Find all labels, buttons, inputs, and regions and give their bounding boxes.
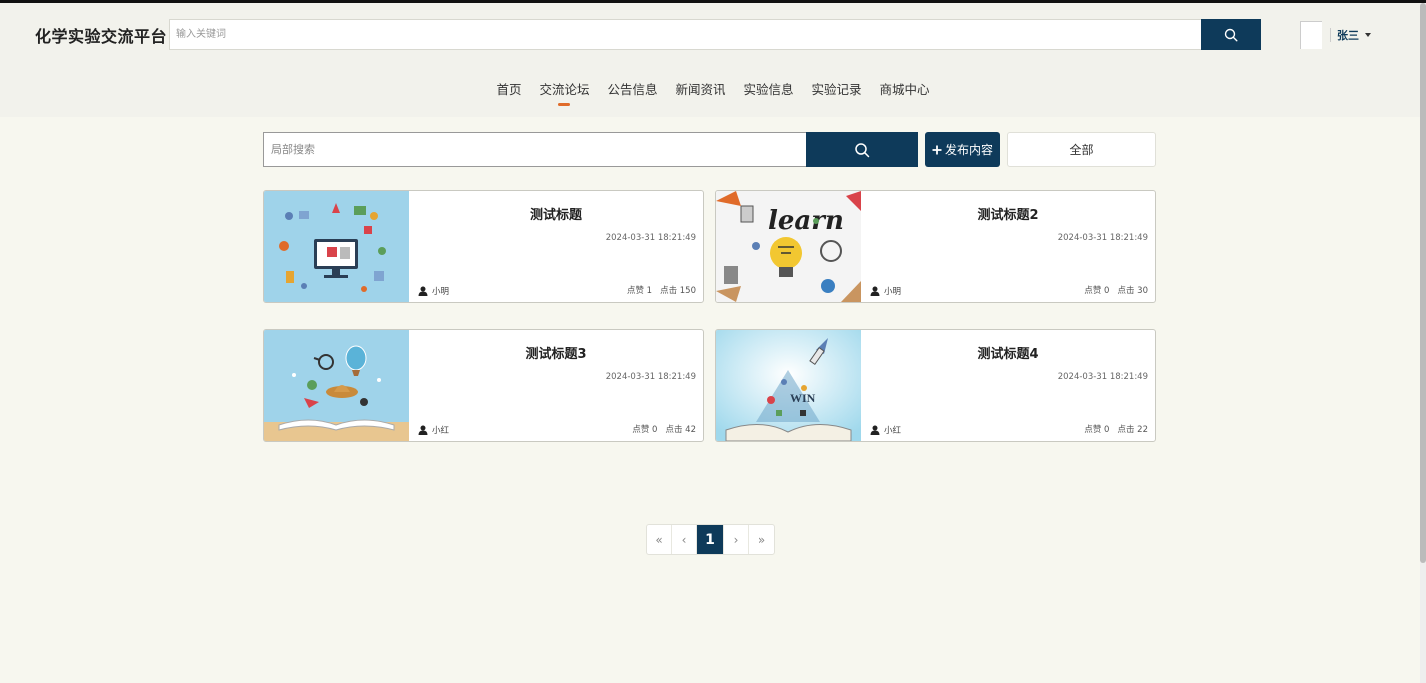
post-stats: 点赞 0 点击 30 <box>1084 284 1148 296</box>
post-card[interactable]: 测试标题3 2024-03-31 18:21:49 小红 点赞 0 点击 42 <box>263 329 704 442</box>
post-author: 小红 <box>418 424 449 436</box>
post-date: 2024-03-31 18:21:49 <box>1057 372 1148 382</box>
post-body: 测试标题2 2024-03-31 18:21:49 小明 点赞 0 点击 30 <box>861 191 1155 302</box>
nav-item-news[interactable]: 新闻资讯 <box>675 79 725 106</box>
post-author: 小明 <box>418 285 449 297</box>
post-stats: 点赞 0 点击 22 <box>1084 423 1148 435</box>
global-search-input[interactable] <box>169 19 1201 50</box>
post-body: 测试标题4 2024-03-31 18:21:49 小红 点赞 0 点击 22 <box>861 330 1155 441</box>
search-icon <box>1224 28 1238 42</box>
scrollbar-thumb[interactable] <box>1420 3 1426 563</box>
post-body: 测试标题3 2024-03-31 18:21:49 小红 点赞 0 点击 42 <box>409 330 703 441</box>
post-date: 2024-03-31 18:21:49 <box>605 372 696 382</box>
post-date: 2024-03-31 18:21:49 <box>1057 233 1148 243</box>
click-count: 点击 22 <box>1117 425 1148 435</box>
svg-text:learn: learn <box>768 206 844 236</box>
page-scrollbar[interactable] <box>1420 3 1426 683</box>
post-thumbnail[interactable] <box>264 191 409 302</box>
post-thumbnail[interactable] <box>264 330 409 441</box>
local-search <box>263 132 918 167</box>
nav-item-home[interactable]: 首页 <box>496 79 521 106</box>
pagination-prev[interactable]: ‹ <box>672 525 697 554</box>
like-count: 点赞 0 <box>632 425 658 435</box>
global-search-button[interactable] <box>1201 19 1261 50</box>
publish-button[interactable]: 发布内容 <box>925 132 1000 167</box>
click-count: 点击 42 <box>665 425 696 435</box>
post-author: 小明 <box>870 285 901 297</box>
post-thumbnail[interactable]: WIN <box>716 330 861 441</box>
user-icon <box>418 286 428 296</box>
avatar[interactable] <box>1300 21 1322 49</box>
pagination-current[interactable]: 1 <box>697 525 724 554</box>
local-search-button[interactable] <box>806 132 918 167</box>
pagination-next[interactable]: › <box>724 525 749 554</box>
like-count: 点赞 0 <box>1084 425 1110 435</box>
post-title[interactable]: 测试标题2 <box>861 204 1155 223</box>
search-icon <box>855 142 870 157</box>
local-search-input[interactable] <box>263 132 806 167</box>
post-card[interactable]: 测试标题 2024-03-31 18:21:49 小明 点赞 1 点击 150 <box>263 190 704 303</box>
nav-item-notices[interactable]: 公告信息 <box>607 79 657 106</box>
post-thumbnail[interactable]: learn <box>716 191 861 302</box>
post-title[interactable]: 测试标题4 <box>861 343 1155 362</box>
like-count: 点赞 1 <box>626 286 653 296</box>
post-stats: 点赞 0 点击 42 <box>632 423 696 435</box>
filter-all-button[interactable]: 全部 <box>1007 132 1156 167</box>
user-icon <box>870 286 880 296</box>
post-card[interactable]: WIN 测试标题4 2024-03-31 18:21:49 小红 点赞 0 点击… <box>715 329 1156 442</box>
nav-item-forum[interactable]: 交流论坛 <box>539 79 589 106</box>
plus-icon <box>932 145 942 154</box>
site-title: 化学实验交流平台 <box>35 27 168 46</box>
user-icon <box>870 425 880 435</box>
pagination-last[interactable]: » <box>749 525 774 554</box>
chevron-down-icon[interactable] <box>1365 33 1371 37</box>
pagination-first[interactable]: « <box>647 525 672 554</box>
post-title[interactable]: 测试标题 <box>409 204 703 223</box>
author-name: 小明 <box>884 287 902 297</box>
main-nav: 首页 交流论坛 公告信息 新闻资讯 实验信息 实验记录 商城中心 <box>0 79 1426 106</box>
post-author: 小红 <box>870 424 901 436</box>
svg-text:WIN: WIN <box>790 391 816 405</box>
click-count: 点击 30 <box>1117 286 1148 296</box>
user-menu[interactable]: 张三 <box>1300 20 1371 50</box>
nav-item-records[interactable]: 实验记录 <box>812 79 862 106</box>
click-count: 点击 150 <box>660 286 696 296</box>
post-date: 2024-03-31 18:21:49 <box>605 233 696 243</box>
author-name: 小明 <box>432 287 450 297</box>
global-search <box>169 19 1261 50</box>
author-name: 小红 <box>884 426 902 436</box>
author-name: 小红 <box>432 426 450 436</box>
pagination: « ‹ 1 › » <box>646 524 775 555</box>
post-stats: 点赞 1 点击 150 <box>627 284 696 296</box>
nav-item-mall[interactable]: 商城中心 <box>880 79 930 106</box>
post-body: 测试标题 2024-03-31 18:21:49 小明 点赞 1 点击 150 <box>409 191 703 302</box>
user-icon <box>418 425 428 435</box>
user-name[interactable]: 张三 <box>1337 27 1359 43</box>
top-header: 化学实验交流平台 张三 首页 交流论坛 公告信息 新闻资讯 实验信息 实验记录 … <box>0 0 1426 117</box>
post-title[interactable]: 测试标题3 <box>409 343 703 362</box>
divider <box>1330 28 1331 42</box>
publish-label: 发布内容 <box>944 143 993 157</box>
nav-item-experiments[interactable]: 实验信息 <box>744 79 794 106</box>
post-card[interactable]: learn 测试标题2 2024-03-31 18:21:49 小明 点赞 0 … <box>715 190 1156 303</box>
like-count: 点赞 0 <box>1084 286 1110 296</box>
